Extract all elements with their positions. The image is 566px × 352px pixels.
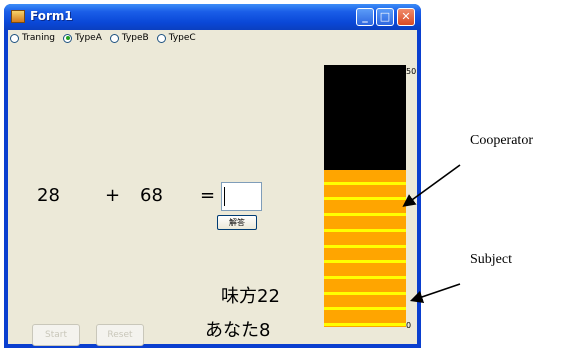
reset-button[interactable]: Reset — [96, 324, 144, 346]
radio-label: TypeC — [168, 33, 196, 43]
gauge-segment-divider — [324, 276, 406, 279]
text-caret — [224, 187, 225, 206]
answer-button[interactable]: 解答 — [217, 215, 257, 230]
form-icon — [11, 10, 25, 23]
operand-2: 68 — [140, 185, 163, 206]
subject-annotation: Subject — [470, 252, 512, 267]
app-window: Form1 _ □ ✕ Traning TypeA TypeB TypeC 28 — [4, 4, 421, 348]
score-gauge — [324, 65, 406, 327]
answer-input[interactable] — [221, 182, 262, 211]
gauge-max-label: 50 — [406, 67, 417, 76]
gauge-segment-divider — [324, 197, 406, 200]
gauge-segment-divider — [324, 292, 406, 295]
radio-type-b[interactable]: TypeB — [109, 33, 149, 43]
radio-circle[interactable] — [156, 33, 166, 43]
gauge-segment-divider — [324, 260, 406, 263]
radio-circle-selected[interactable] — [63, 33, 73, 43]
maximize-button[interactable]: □ — [376, 8, 394, 26]
cooperator-annotation: Cooperator — [470, 133, 533, 148]
subject-score: あなた8 — [205, 320, 271, 341]
radio-type-a[interactable]: TypeA — [63, 33, 102, 43]
radio-circle[interactable] — [10, 33, 19, 43]
title-bar[interactable]: Form1 _ □ ✕ — [4, 4, 421, 30]
form-client-area: Traning TypeA TypeB TypeC 28 + 68 = 解答 味… — [8, 30, 417, 346]
gauge-min-label: 0 — [406, 321, 412, 330]
operand-1: 28 — [37, 185, 60, 206]
start-button[interactable]: Start — [32, 324, 80, 346]
gauge-empty-region — [324, 65, 406, 170]
radio-label: Traning — [22, 33, 56, 43]
radio-circle[interactable] — [109, 33, 119, 43]
cooperator-score: 味方22 — [221, 286, 280, 307]
radio-type-c[interactable]: TypeC — [156, 33, 196, 43]
operator-plus: + — [105, 185, 121, 206]
gauge-segment-divider — [324, 213, 406, 216]
close-button[interactable]: ✕ — [397, 8, 415, 26]
radio-label: TypeA — [75, 33, 102, 43]
gauge-segment-divider — [324, 245, 406, 248]
mode-radio-group: Traning TypeA TypeB TypeC — [10, 30, 204, 46]
minimize-button[interactable]: _ — [356, 8, 374, 26]
radio-training[interactable]: Traning — [10, 33, 55, 43]
gauge-segment-divider — [324, 323, 406, 326]
gauge-segment-divider — [324, 307, 406, 310]
window-title: Form1 — [30, 9, 73, 23]
gauge-segment-divider — [324, 182, 406, 185]
radio-label: TypeB — [121, 33, 149, 43]
gauge-segment-divider — [324, 229, 406, 232]
equals-sign: = — [200, 185, 216, 206]
